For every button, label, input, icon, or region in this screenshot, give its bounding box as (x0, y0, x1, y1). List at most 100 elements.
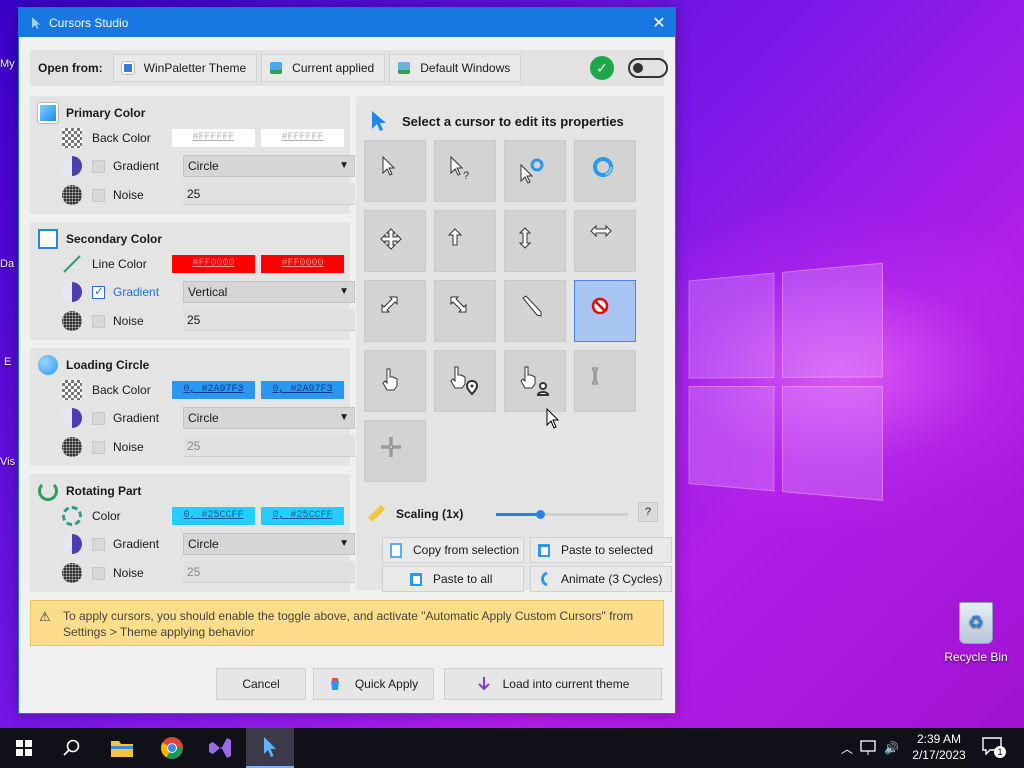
rotating-gradient-select[interactable]: Circle ▼ (183, 533, 355, 555)
gradient-checkbox[interactable] (92, 537, 105, 551)
close-icon: ✕ (652, 14, 666, 32)
visual-studio-taskbar-button[interactable] (196, 728, 244, 768)
secondary-noise-input[interactable]: 25 (183, 309, 355, 331)
secondary-line-color-2[interactable]: #FF0000 (261, 255, 344, 273)
volume-icon[interactable]: 🔊 (884, 741, 899, 755)
cursor-up-arrow[interactable] (434, 210, 496, 272)
cursor-app-icon (264, 737, 276, 757)
button-label: Paste to all (433, 572, 493, 586)
ruler-icon (368, 504, 386, 522)
paste-to-all-button[interactable]: Paste to all (382, 566, 524, 592)
cursors-studio-taskbar-button[interactable] (246, 728, 294, 768)
gradient-checkbox[interactable] (92, 159, 105, 173)
app-starting-cursor-icon (520, 158, 544, 184)
warning-banner: ⚠ To apply cursors, you should enable th… (30, 600, 664, 646)
quick-apply-button[interactable]: Quick Apply (313, 668, 434, 700)
scaling-slider-thumb[interactable] (535, 510, 545, 519)
primary-gradient-select[interactable]: Circle ▼ (183, 155, 355, 177)
notification-center-button[interactable]: 1 (982, 737, 1006, 759)
desktop-icon-label-partial[interactable]: Da (0, 258, 14, 270)
clock-date: 2/17/2023 (912, 748, 966, 762)
cursor-hand[interactable] (364, 350, 426, 412)
rotating-part-panel: Rotating Part Color 0, #25CCFF 0, #25CCF… (30, 474, 355, 592)
primary-noise-input[interactable]: 25 (183, 183, 355, 205)
cursor-pin[interactable] (434, 350, 496, 412)
button-label: Load into current theme (502, 677, 630, 691)
cursor-unavailable-selected[interactable] (574, 280, 636, 342)
primary-back-color-2[interactable]: #FFFFFF (261, 129, 344, 147)
desktop-icon-label-partial[interactable]: Vis (0, 456, 15, 468)
system-clock[interactable]: 2:39 AM 2/17/2023 (905, 731, 973, 763)
load-into-current-theme-button[interactable]: Load into current theme (444, 668, 662, 700)
noise-checkbox[interactable] (92, 566, 105, 580)
warning-icon: ⚠ (39, 609, 51, 624)
cursor-busy[interactable] (574, 140, 636, 202)
cursor-person[interactable] (504, 350, 566, 412)
gradient-checkbox[interactable] (92, 411, 105, 425)
desktop-icon-label-partial[interactable]: E (4, 356, 11, 368)
open-default-windows-button[interactable]: Default Windows (389, 54, 522, 82)
primary-color-title: Primary Color (66, 106, 146, 120)
close-button[interactable]: ✕ (643, 8, 675, 37)
loading-back-color-1[interactable]: 0, #2A97F3 (172, 381, 255, 399)
desktop-icon-label-partial[interactable]: My (0, 58, 15, 70)
start-button[interactable] (0, 728, 48, 768)
rotating-color-2[interactable]: 0, #25CCFF (261, 507, 344, 525)
cursor-horizontal-resize[interactable] (574, 210, 636, 272)
secondary-line-color-1[interactable]: #FF0000 (172, 255, 255, 273)
select-value: Circle (188, 159, 219, 173)
network-icon[interactable] (860, 740, 878, 756)
cursor-vertical-resize[interactable] (504, 210, 566, 272)
cursor-diagonal-resize-2[interactable] (434, 280, 496, 342)
loading-gradient-select[interactable]: Circle ▼ (183, 407, 355, 429)
scaling-help-button[interactable]: ? (638, 502, 658, 522)
vertical-resize-cursor-icon (518, 227, 532, 249)
cursor-app-starting[interactable] (504, 140, 566, 202)
search-button[interactable] (48, 728, 96, 768)
chrome-taskbar-button[interactable] (148, 728, 196, 768)
cursor-move[interactable] (364, 210, 426, 272)
color-label: Color (92, 509, 121, 523)
gradient-checkbox-checked[interactable] (92, 284, 105, 299)
loading-noise-input[interactable]: 25 (183, 435, 355, 457)
animate-button[interactable]: Animate (3 Cycles) (530, 566, 672, 592)
cursor-precision-select[interactable] (364, 420, 426, 482)
secondary-gradient-select[interactable]: Vertical ▼ (183, 281, 355, 303)
recycle-bin-desktop-icon[interactable]: Recycle Bin (938, 602, 1014, 664)
open-winpaletter-theme-button[interactable]: WinPaletter Theme (112, 54, 258, 82)
rotating-noise-input[interactable]: 25 (183, 561, 355, 583)
cursor-app-icon (32, 16, 40, 29)
checkmark-status-icon: ✓ (590, 56, 614, 80)
primary-back-color-1[interactable]: #FFFFFF (172, 129, 255, 147)
scaling-slider[interactable] (496, 510, 628, 519)
noise-checkbox[interactable] (92, 314, 105, 328)
paste-to-selected-button[interactable]: Paste to selected (530, 537, 672, 563)
cursor-diagonal-resize-1[interactable] (364, 280, 426, 342)
copy-from-selection-button[interactable]: Copy from selection (382, 537, 524, 563)
select-value: Circle (188, 411, 219, 425)
cursor-pen[interactable] (504, 280, 566, 342)
color-ring-icon (62, 506, 82, 526)
open-current-applied-button[interactable]: Current applied (261, 54, 386, 82)
rotating-color-1[interactable]: 0, #25CCFF (172, 507, 255, 525)
gradient-label: Gradient (113, 159, 160, 173)
cancel-button[interactable]: Cancel (216, 668, 306, 700)
title-bar[interactable]: Cursors Studio ✕ (19, 8, 675, 37)
noise-checkbox[interactable] (92, 188, 105, 202)
loading-back-color-2[interactable]: 0, #2A97F3 (261, 381, 344, 399)
clock-time: 2:39 AM (916, 732, 962, 746)
noise-label: Noise (113, 440, 144, 454)
cursor-text-select[interactable] (574, 350, 636, 412)
apply-toggle[interactable] (628, 58, 668, 78)
noise-checkbox[interactable] (92, 440, 105, 454)
chevron-up-icon[interactable]: ︿ (838, 740, 856, 757)
cursor-arrow[interactable] (364, 140, 426, 202)
taskbar: ︿ 🔊 2:39 AM 2/17/2023 1 (0, 728, 1024, 768)
up-arrow-cursor-icon (447, 228, 463, 246)
noise-icon (62, 437, 82, 457)
select-value: Circle (188, 537, 219, 551)
checker-icon (62, 128, 82, 148)
cursor-help[interactable]: ? (434, 140, 496, 202)
back-color-label: Back Color (92, 383, 151, 397)
file-explorer-taskbar-button[interactable] (98, 728, 146, 768)
